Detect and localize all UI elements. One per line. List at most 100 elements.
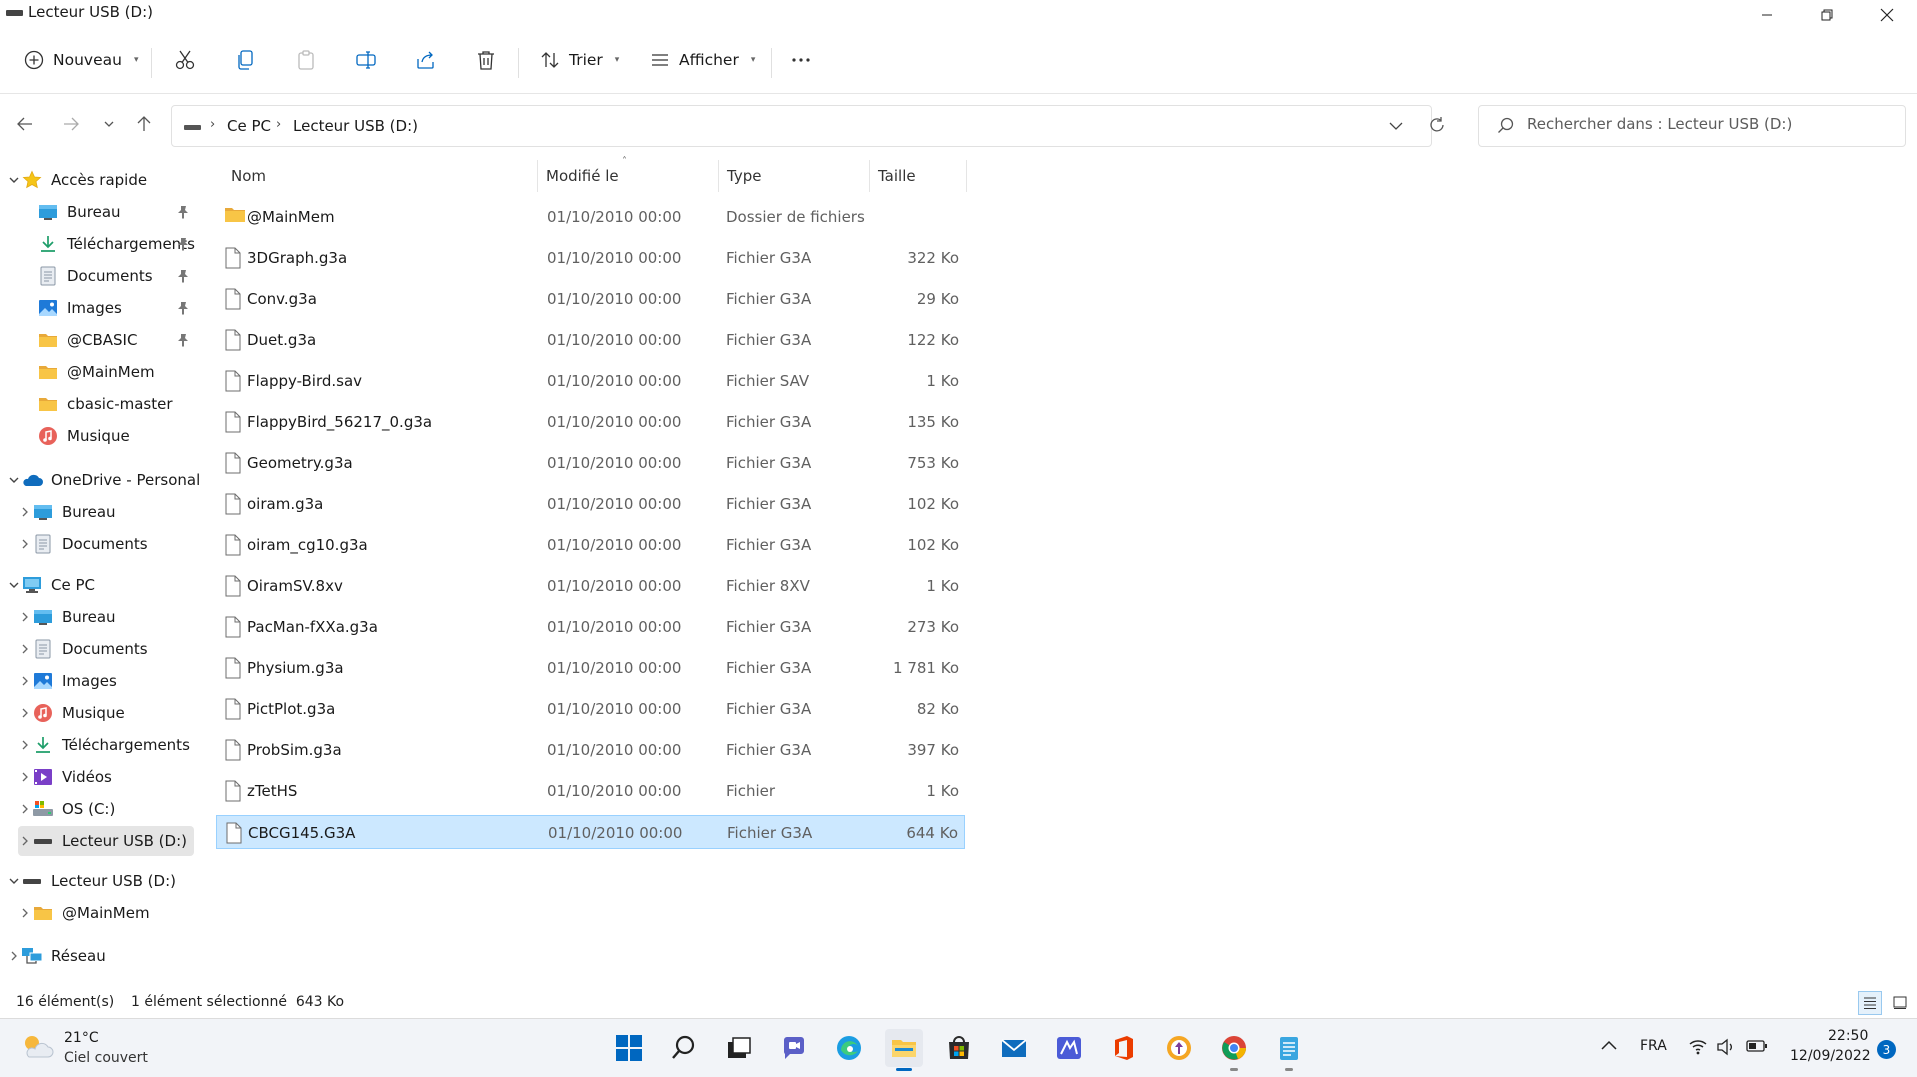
sidebar-item-telechargements[interactable]: Téléchargements [37, 229, 195, 259]
mail-button[interactable] [995, 1029, 1033, 1067]
breadcrumb-usb-drive[interactable]: Lecteur USB (D:) [293, 117, 418, 135]
task-view-button[interactable] [720, 1029, 758, 1067]
forward-button[interactable] [58, 111, 84, 137]
share-button[interactable] [412, 46, 440, 74]
column-divider[interactable] [966, 160, 967, 192]
sidebar-item-images[interactable]: Images [37, 293, 122, 323]
sidebar-pc-telechargements[interactable]: Téléchargements [18, 730, 190, 760]
file-row[interactable]: Duet.g3a 01/10/2010 00:00 Fichier G3A 122 K… [216, 323, 965, 357]
chevron-right-icon[interactable] [7, 950, 21, 962]
sidebar-pc-images[interactable]: Images [18, 666, 117, 696]
sidebar-pc-os-c[interactable]: OS (C:) [18, 794, 115, 824]
large-icons-view-button[interactable] [1888, 991, 1912, 1015]
sidebar-item-documents[interactable]: Documents [37, 261, 153, 291]
file-row[interactable]: PacMan-fXXa.g3a 01/10/2010 00:00 Fichier G… [216, 610, 965, 644]
delete-button[interactable] [472, 46, 500, 74]
file-row[interactable]: zTetHS 01/10/2010 00:00 Fichier 1 Ko [216, 774, 965, 808]
search-box[interactable] [1478, 105, 1906, 147]
clock-date[interactable]: 12/09/2022 [1790, 1048, 1871, 1064]
chevron-right-icon[interactable] [18, 771, 32, 783]
weather-description[interactable]: Ciel couvert [64, 1050, 148, 1066]
weather-widget[interactable] [20, 1031, 54, 1061]
chevron-right-icon[interactable] [18, 739, 32, 751]
details-view-button[interactable] [1858, 991, 1882, 1015]
chat-button[interactable] [775, 1029, 813, 1067]
new-button[interactable]: Nouveau ▾ [24, 44, 138, 76]
refresh-button[interactable] [1428, 116, 1446, 134]
show-hidden-icons-button[interactable] [1600, 1039, 1618, 1051]
sidebar-onedrive-documents[interactable]: Documents [18, 529, 148, 559]
chrome-button[interactable] [1215, 1029, 1253, 1071]
chevron-down-icon[interactable] [7, 474, 21, 486]
breadcrumb-this-pc[interactable]: Ce PC [227, 117, 271, 135]
weather-temperature[interactable]: 21°C [64, 1030, 99, 1046]
address-dropdown-button[interactable] [1388, 118, 1404, 134]
sidebar-this-pc[interactable]: Ce PC [7, 570, 95, 600]
chevron-right-icon[interactable] [18, 506, 32, 518]
chevron-right-icon[interactable] [18, 707, 32, 719]
view-button[interactable]: Afficher ▾ [650, 44, 755, 76]
minimize-button[interactable] [1737, 0, 1797, 30]
file-row[interactable]: oiram_cg10.g3a 01/10/2010 00:00 Fichier G3… [216, 528, 965, 562]
input-language[interactable]: FRA [1640, 1038, 1667, 1054]
sidebar-pc-documents[interactable]: Documents [18, 634, 148, 664]
office-button[interactable] [1105, 1029, 1143, 1067]
file-explorer-button[interactable] [885, 1029, 923, 1071]
file-row[interactable]: Geometry.g3a 01/10/2010 00:00 Fichier G3A 7… [216, 446, 965, 480]
file-row[interactable]: Conv.g3a 01/10/2010 00:00 Fichier G3A 29 Ko [216, 282, 965, 316]
chevron-right-icon[interactable] [18, 643, 32, 655]
sidebar-pc-lecteur-usb-d[interactable]: Lecteur USB (D:) [18, 826, 194, 856]
notification-badge[interactable]: 3 [1877, 1040, 1896, 1059]
start-button[interactable] [610, 1029, 648, 1067]
sidebar-network[interactable]: Réseau [7, 941, 106, 971]
chevron-right-icon[interactable] [18, 611, 32, 623]
chevron-down-icon[interactable] [7, 579, 21, 591]
sidebar-item-mainmem[interactable]: @MainMem [37, 357, 155, 387]
volume-icon[interactable] [1716, 1038, 1736, 1056]
chevron-right-icon[interactable] [18, 803, 32, 815]
sidebar-item-cbasic[interactable]: @CBASIC [37, 325, 137, 355]
more-options-button[interactable] [787, 46, 815, 74]
chevron-right-icon[interactable] [18, 907, 32, 919]
sidebar-item-cbasic-master[interactable]: cbasic-master [37, 389, 173, 419]
wifi-icon[interactable] [1688, 1037, 1708, 1055]
rename-button[interactable] [352, 46, 380, 74]
edge-button[interactable] [830, 1029, 868, 1067]
chevron-right-icon[interactable] [18, 538, 32, 550]
address-bar[interactable]: › Ce PC › Lecteur USB (D:) [171, 105, 1444, 147]
back-button[interactable] [12, 111, 38, 137]
sidebar-pc-musique[interactable]: Musique [18, 698, 125, 728]
chevron-down-icon[interactable] [7, 174, 21, 186]
chevron-down-icon[interactable] [7, 875, 21, 887]
recent-locations-button[interactable] [96, 111, 122, 137]
column-header-type[interactable]: Type [719, 160, 869, 192]
store-button[interactable] [940, 1029, 978, 1067]
up-button[interactable] [131, 111, 157, 137]
file-row[interactable]: oiram.g3a 01/10/2010 00:00 Fichier G3A 102 … [216, 487, 965, 521]
sidebar-item-musique[interactable]: Musique [37, 421, 130, 451]
paste-button[interactable] [292, 46, 320, 74]
sort-button[interactable]: Trier ▾ [540, 44, 619, 76]
sidebar-pc-videos[interactable]: Vidéos [18, 762, 112, 792]
file-row[interactable]: 3DGraph.g3a 01/10/2010 00:00 Fichier G3A 32… [216, 241, 965, 275]
file-row[interactable]: @MainMem 01/10/2010 00:00 Dossier de fichi… [216, 200, 965, 234]
column-header-name[interactable]: Nom [216, 160, 536, 192]
file-row[interactable]: Flappy-Bird.sav 01/10/2010 00:00 Fichier S… [216, 364, 965, 398]
file-row[interactable]: FlappyBird_56217_0.g3a 01/10/2010 00:00 Fi… [216, 405, 965, 439]
sidebar-quick-access[interactable]: Accès rapide [7, 165, 147, 195]
app-button[interactable] [1050, 1029, 1088, 1067]
sidebar-pc-bureau[interactable]: Bureau [18, 602, 116, 632]
file-row[interactable]: PictPlot.g3a 01/10/2010 00:00 Fichier G3A 8… [216, 692, 965, 726]
chevron-right-icon[interactable] [18, 835, 32, 847]
sidebar-onedrive-bureau[interactable]: Bureau [18, 497, 116, 527]
file-row[interactable]: Physium.g3a 01/10/2010 00:00 Fichier G3A 1 … [216, 651, 965, 685]
copy-button[interactable] [232, 46, 260, 74]
file-row[interactable]: CBCG145.G3A 01/10/2010 00:00 Fichier G3A 64… [216, 815, 965, 849]
sidebar-onedrive[interactable]: OneDrive - Personal [7, 465, 200, 495]
column-header-modified[interactable]: Modifié le [538, 160, 718, 192]
battery-icon[interactable] [1746, 1039, 1768, 1053]
chevron-right-icon[interactable] [18, 675, 32, 687]
file-row[interactable]: OiramSV.8xv 01/10/2010 00:00 Fichier 8XV 1 … [216, 569, 965, 603]
sidebar-usb-drive[interactable]: Lecteur USB (D:) [7, 866, 176, 896]
sidebar-usb-mainmem[interactable]: @MainMem [18, 898, 150, 928]
